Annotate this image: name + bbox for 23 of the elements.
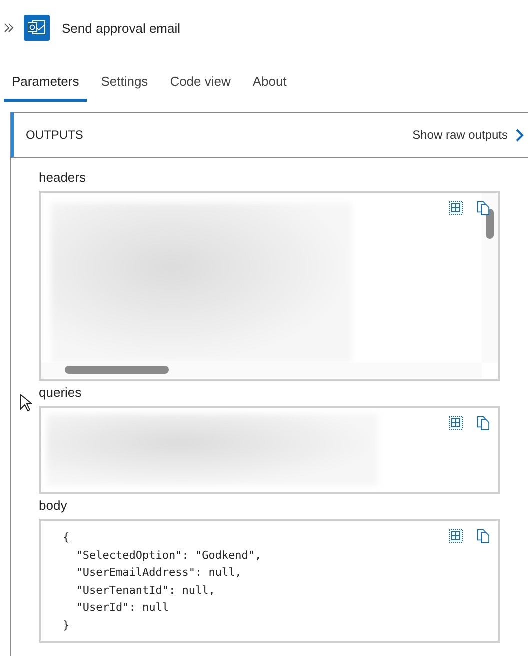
cursor-icon xyxy=(20,394,32,412)
tab[interactable]: Settings xyxy=(93,69,156,102)
section-title: OUTPUTS xyxy=(26,128,84,142)
json-code: { "SelectedOption": "Godkend", "UserEmailAddress": null, "UserTenantId": null, "UserId": null } xyxy=(63,530,262,634)
table-icon[interactable] xyxy=(449,201,463,215)
field-label: headers xyxy=(39,170,87,185)
table-icon[interactable] xyxy=(449,416,463,430)
tab[interactable]: About xyxy=(244,69,295,102)
mail-app-icon xyxy=(24,15,50,41)
copy-icon[interactable] xyxy=(477,201,490,216)
copy-icon[interactable] xyxy=(477,416,490,431)
vertical-scrollbar[interactable] xyxy=(482,193,498,363)
field-label: queries xyxy=(39,385,83,400)
chevron-right-icon xyxy=(516,128,524,142)
tab[interactable]: Parameters xyxy=(4,69,88,102)
field-label: body xyxy=(39,498,68,513)
copy-icon[interactable] xyxy=(477,529,490,544)
table-icon[interactable] xyxy=(449,529,463,543)
action-title: Send approval email xyxy=(62,20,181,36)
horizontal-scrollbar[interactable] xyxy=(41,363,482,379)
expand-icon[interactable] xyxy=(4,23,14,33)
tab[interactable]: Code view xyxy=(162,69,239,102)
show-raw-outputs-link[interactable]: Show raw outputs xyxy=(412,128,524,142)
